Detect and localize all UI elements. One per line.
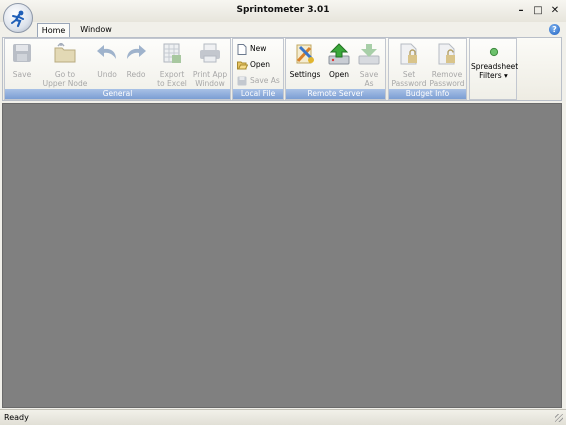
ribbon-group-general: Save Go to Upper Node Undo Redo Export t… — [4, 38, 231, 100]
server-settings-button[interactable]: Settings — [288, 43, 322, 89]
print-app-window-button[interactable]: Print App Window — [191, 43, 229, 89]
remove-password-button[interactable]: Remove Password — [429, 43, 465, 89]
server-download-icon — [328, 43, 350, 65]
maximize-button[interactable]: □ — [531, 4, 545, 17]
spreadsheet-filters-button[interactable]: Spreadsheet Filters ▾ — [471, 45, 519, 93]
app-menu-button[interactable] — [3, 3, 33, 33]
sprinter-logo-icon — [11, 10, 24, 28]
close-button[interactable]: ✕ — [548, 4, 562, 17]
open-file-button[interactable]: Open — [237, 58, 281, 72]
filters-label-line2: Filters ▾ — [479, 71, 508, 80]
undo-button[interactable]: Undo — [93, 43, 121, 89]
new-file-button[interactable]: New — [237, 42, 281, 56]
group-label-general: General — [5, 89, 230, 99]
excel-sheet-icon — [163, 43, 181, 63]
server-save-as-button[interactable]: Save As — [355, 43, 383, 89]
title-bar[interactable]: Sprintometer 3.01 – □ ✕ — [0, 0, 566, 22]
document-lock-icon — [400, 43, 417, 65]
new-label: New — [250, 44, 267, 53]
server-save-as-label-line2: As — [364, 79, 374, 88]
server-open-label: Open — [328, 70, 350, 79]
set-password-line1: Set — [402, 70, 416, 79]
group-label-local-file: Local File — [233, 89, 283, 99]
ribbon-tab-strip: Home Window — [0, 22, 566, 37]
resize-grip-icon[interactable] — [555, 414, 563, 422]
open-folder-icon — [237, 61, 248, 70]
settings-tools-icon — [296, 44, 314, 64]
window-title: Sprintometer 3.01 — [236, 5, 330, 15]
print-label-line2: Window — [195, 79, 225, 88]
redo-arrow-icon — [127, 45, 146, 59]
export-label-line2: to Excel — [157, 79, 187, 88]
go-to-label-line2: Upper Node — [42, 79, 88, 88]
go-to-upper-node-button[interactable]: Go to Upper Node — [39, 43, 91, 89]
status-text: Ready — [4, 413, 29, 422]
save-as-file-button[interactable]: Save As — [237, 74, 283, 88]
go-to-label-line1: Go to — [54, 70, 76, 79]
export-label-line1: Export — [159, 70, 185, 79]
settings-label: Settings — [289, 70, 321, 79]
ribbon-group-budget-info: Set Password Remove Password Budget Info — [388, 38, 467, 100]
save-as-icon — [237, 76, 247, 86]
undo-label: Undo — [97, 70, 117, 79]
tab-window[interactable]: Window — [76, 23, 116, 37]
remove-password-line2: Password — [429, 79, 465, 88]
save-as-label: Save As — [250, 76, 280, 85]
save-button[interactable]: Save — [7, 43, 37, 89]
new-document-icon — [237, 44, 247, 55]
status-bar: Ready — [0, 409, 566, 425]
ribbon-group-local-file: New Open Save As Local File — [232, 38, 284, 100]
redo-label: Redo — [126, 70, 146, 79]
set-password-button[interactable]: Set Password — [391, 43, 427, 89]
floppy-disk-icon — [13, 44, 31, 62]
group-label-remote-server: Remote Server — [286, 89, 385, 99]
save-label: Save — [12, 70, 32, 79]
remove-password-line1: Remove — [431, 70, 463, 79]
print-label-line1: Print App — [192, 70, 228, 79]
server-save-as-label-line1: Save — [359, 70, 379, 79]
app-window: Sprintometer 3.01 – □ ✕ Home Window ? Sa… — [0, 0, 566, 425]
server-upload-icon — [358, 44, 380, 65]
document-unlock-icon — [438, 43, 455, 65]
set-password-line2: Password — [391, 79, 427, 88]
undo-arrow-icon — [97, 45, 116, 59]
redo-button[interactable]: Redo — [122, 43, 150, 89]
printer-icon — [200, 43, 220, 63]
tab-home[interactable]: Home — [37, 23, 70, 37]
group-label-budget-info: Budget Info — [389, 89, 466, 99]
server-open-button[interactable]: Open — [324, 43, 354, 89]
export-to-excel-button[interactable]: Export to Excel — [155, 43, 189, 89]
open-label: Open — [250, 60, 271, 69]
folder-up-icon — [54, 43, 76, 63]
filters-label-line1: Spreadsheet — [471, 62, 519, 71]
minimize-button[interactable]: – — [514, 4, 528, 17]
ribbon-group-filters: Spreadsheet Filters ▾ — [469, 38, 519, 100]
ribbon-group-remote-server: Settings Open Save As Remote Server — [285, 38, 386, 100]
help-icon[interactable]: ? — [549, 24, 560, 35]
green-dot-icon — [489, 47, 498, 57]
main-workspace — [2, 103, 562, 408]
